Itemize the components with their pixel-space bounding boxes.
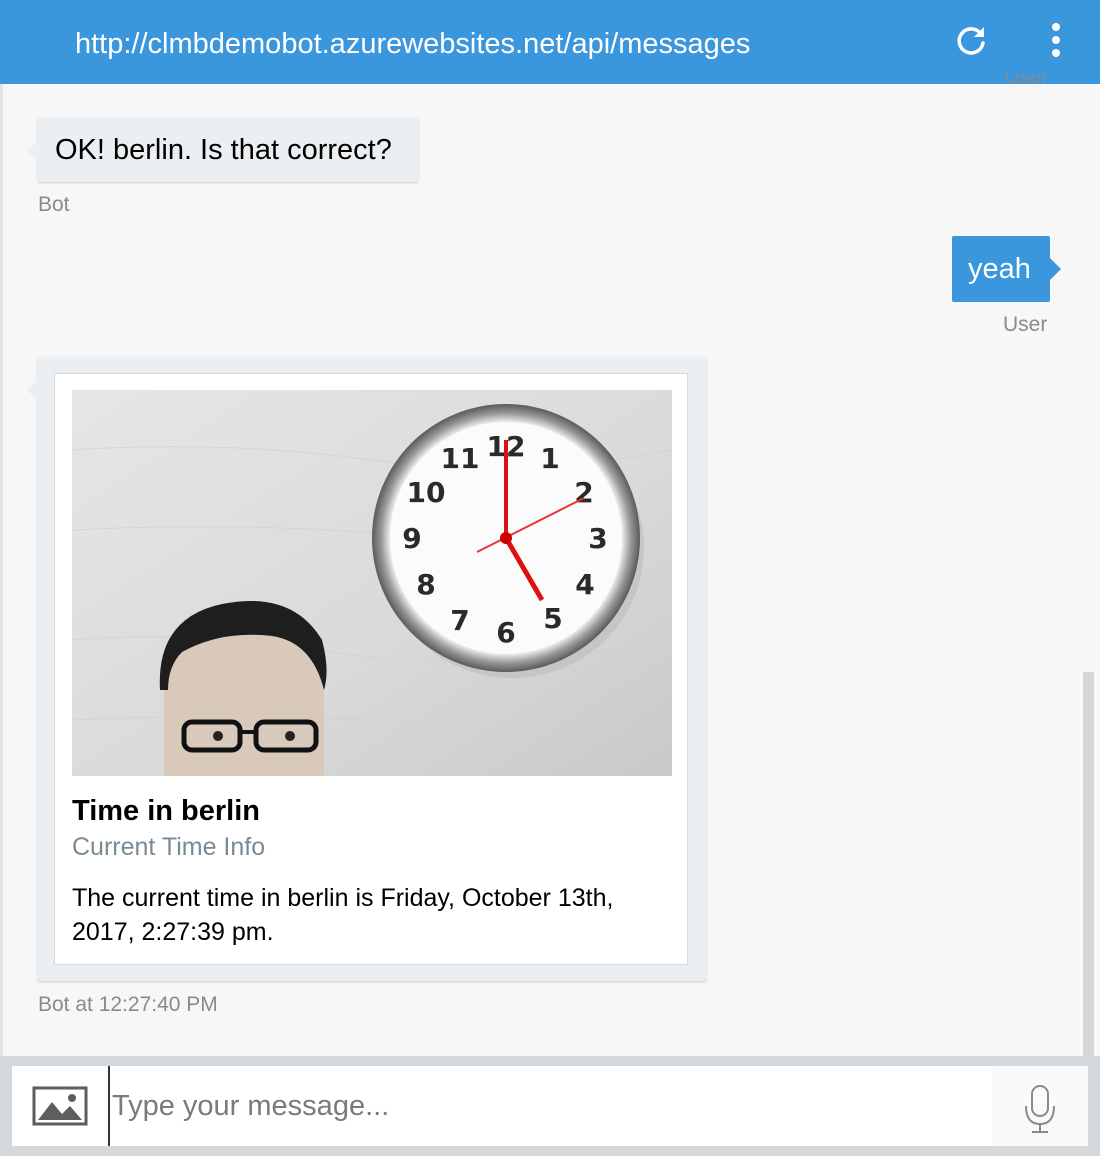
svg-text:6: 6	[496, 616, 515, 649]
svg-text:9: 9	[402, 522, 421, 555]
svg-text:3: 3	[588, 522, 607, 555]
window-edge	[0, 84, 3, 1064]
message-input[interactable]	[108, 1066, 992, 1146]
bot-message-bubble: OK! berlin. Is that correct?	[27, 118, 418, 182]
refresh-icon[interactable]	[954, 24, 988, 58]
image-upload-icon[interactable]	[32, 1086, 88, 1126]
svg-text:2: 2	[574, 476, 593, 509]
more-vertical-icon[interactable]	[1042, 20, 1070, 60]
svg-text:8: 8	[416, 568, 435, 601]
partial-user-label: User	[1004, 74, 1048, 94]
title-bar: http://clmbdemobot.azurewebsites.net/api…	[0, 0, 1100, 84]
scrollbar[interactable]	[1083, 672, 1094, 1056]
card-subtitle: Current Time Info	[72, 833, 266, 861]
card-timestamp-label: Bot at 12:27:40 PM	[38, 993, 218, 1016]
bubble-tail	[27, 140, 38, 162]
card-title: Time in berlin	[72, 795, 261, 827]
user-message-text: yeah	[968, 253, 1031, 285]
hero-card[interactable]: 12 1 2 3 4 5 6 7 8 9 10 11 Time in berli…	[54, 373, 688, 965]
svg-text:4: 4	[575, 568, 594, 601]
bubble-tail	[27, 379, 38, 401]
user-label: User	[1003, 313, 1048, 336]
input-box	[12, 1066, 1088, 1146]
svg-text:11: 11	[441, 442, 480, 475]
microphone-icon[interactable]	[992, 1066, 1088, 1146]
svg-text:5: 5	[543, 602, 562, 635]
bot-label: Bot	[38, 193, 70, 216]
bubble-tail	[1050, 258, 1061, 280]
partial-user-label-text: User	[1004, 74, 1049, 88]
hero-card-message: 12 1 2 3 4 5 6 7 8 9 10 11 Time in berli…	[27, 357, 706, 981]
endpoint-url: http://clmbdemobot.azurewebsites.net/api…	[75, 28, 751, 60]
bot-message-text: OK! berlin. Is that correct?	[55, 134, 392, 166]
user-message-bubble: yeah	[952, 236, 1061, 302]
hero-image: 12 1 2 3 4 5 6 7 8 9 10 11	[72, 390, 672, 776]
input-bar	[0, 1056, 1100, 1156]
svg-text:1: 1	[540, 442, 559, 475]
svg-text:10: 10	[407, 476, 446, 509]
svg-text:7: 7	[450, 604, 469, 637]
card-text: The current time in berlin is Friday, Oc…	[72, 884, 614, 946]
